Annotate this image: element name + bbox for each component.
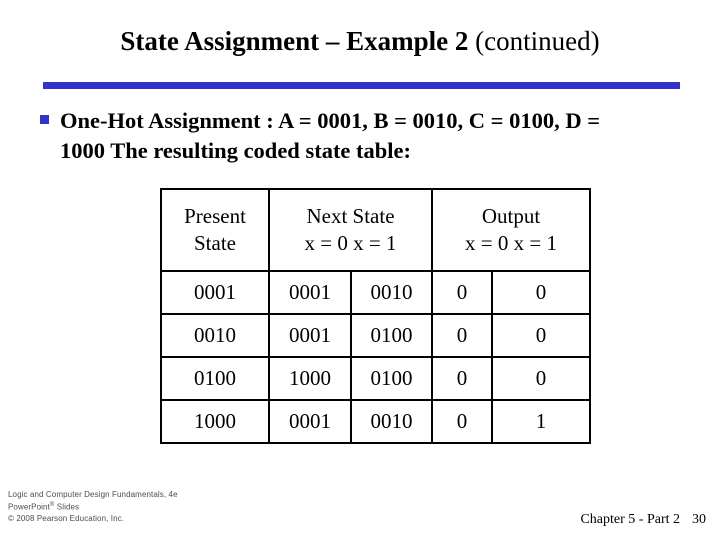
table-row: 1000 0001 0010 0 1 (160, 399, 591, 444)
bullet-list: One-Hot Assignment : A = 0001, B = 0010,… (40, 106, 670, 166)
table-row: 0100 1000 0100 0 0 (160, 356, 591, 401)
table-row: 0001 0001 0010 0 0 (160, 270, 591, 315)
cell-next-state-x1: 0100 (350, 356, 433, 401)
cell-output-x1: 0 (491, 313, 591, 358)
header-present-state-line1: Present (184, 204, 246, 228)
square-bullet-icon (40, 115, 49, 124)
bullet-marker (40, 106, 60, 124)
chapter-label: Chapter 5 - Part 2 (580, 512, 680, 527)
footer-slides-label-pre: PowerPoint (8, 502, 50, 512)
slide-footer-right: Chapter 5 - Part 2 30 (580, 511, 706, 529)
cell-next-state-x1: 0010 (350, 399, 433, 444)
cell-output-x1: 0 (491, 270, 591, 315)
cell-output-x1: 0 (491, 356, 591, 401)
footer-copyright-line: © 2008 Pearson Education, Inc. (8, 513, 125, 523)
cell-next-state-x0: 0001 (268, 399, 352, 444)
cell-output-x0: 0 (431, 399, 493, 444)
cell-output-x0: 0 (431, 270, 493, 315)
footer-book-title: Logic and Computer Design Fundamentals, … (8, 490, 178, 499)
bullet-item-text: One-Hot Assignment : A = 0001, B = 0010,… (60, 108, 601, 163)
header-output: Output x = 0 x = 1 (431, 188, 591, 272)
cell-next-state-x0: 1000 (268, 356, 352, 401)
page-title-suffix: (continued) (475, 26, 600, 56)
cell-present-state: 0100 (160, 356, 270, 401)
cell-next-state-x0: 0001 (268, 313, 352, 358)
cell-next-state-x0: 0001 (268, 270, 352, 315)
header-next-state-title: Next State (306, 204, 395, 228)
header-next-state-inputs: x = 0 x = 1 (304, 231, 397, 255)
page-title: State Assignment – Example 2 (continued) (0, 24, 720, 58)
cell-next-state-x1: 0010 (350, 270, 433, 315)
page-title-main: State Assignment – Example 2 (120, 26, 469, 56)
state-table-container: Present State Next State x = 0 x = 1 Out… (160, 188, 591, 444)
table-header-row: Present State Next State x = 0 x = 1 Out… (160, 188, 591, 272)
cell-output-x0: 0 (431, 313, 493, 358)
cell-present-state: 0010 (160, 313, 270, 358)
cell-output-x0: 0 (431, 356, 493, 401)
table-body: 0001 0001 0010 0 0 0010 0001 0100 0 0 01… (160, 270, 591, 444)
table-header: Present State Next State x = 0 x = 1 Out… (160, 188, 591, 272)
footer-slides-label-post: Slides (54, 502, 80, 512)
slide-page-number: 30 (692, 512, 706, 527)
cell-output-x1: 1 (491, 399, 591, 444)
header-next-state: Next State x = 0 x = 1 (268, 188, 433, 272)
header-output-title: Output (481, 204, 541, 228)
header-present-state: Present State (160, 188, 270, 272)
coded-state-table: Present State Next State x = 0 x = 1 Out… (160, 188, 591, 444)
header-output-inputs: x = 0 x = 1 (465, 231, 557, 255)
footer-slides-label: PowerPoint® Slides (8, 500, 178, 513)
header-present-state-line2: State (194, 231, 236, 255)
title-divider-rule (43, 82, 680, 89)
table-row: 0010 0001 0100 0 0 (160, 313, 591, 358)
cell-present-state: 1000 (160, 399, 270, 444)
cell-present-state: 0001 (160, 270, 270, 315)
copyright-footer: Logic and Computer Design Fundamentals, … (8, 489, 178, 524)
cell-next-state-x1: 0100 (350, 313, 433, 358)
